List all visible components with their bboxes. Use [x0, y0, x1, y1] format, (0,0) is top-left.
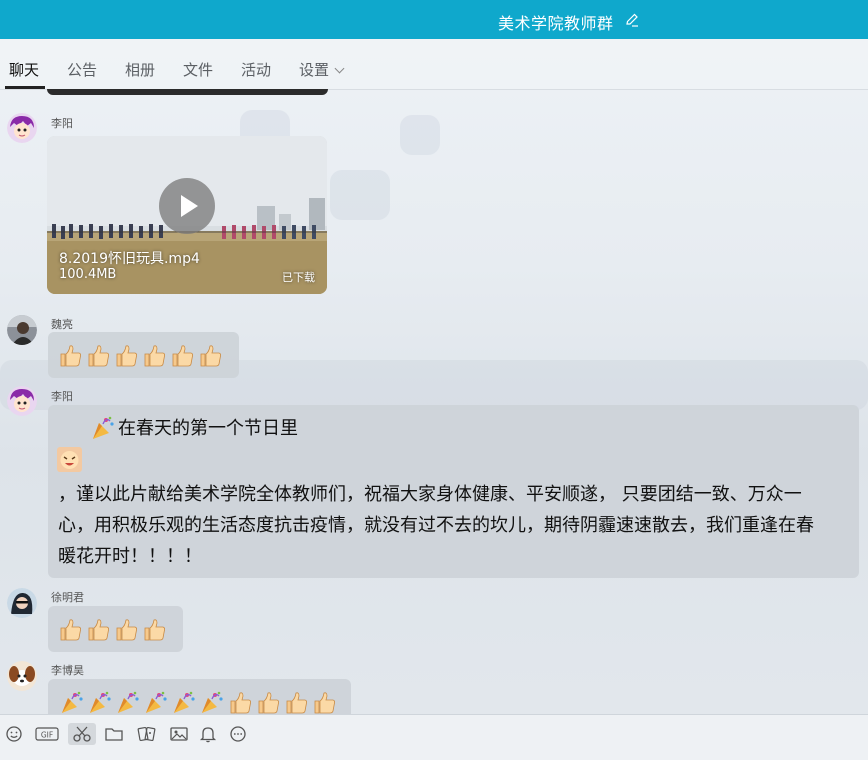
- emoji-icon[interactable]: [0, 723, 28, 745]
- emoji-row: [58, 617, 167, 646]
- video-download-status: 已下载: [282, 271, 315, 284]
- thumbs-up-icon: [256, 690, 281, 715]
- avatar[interactable]: [7, 588, 37, 618]
- gif-icon[interactable]: GIF: [33, 723, 61, 745]
- emoji-row: [60, 690, 337, 715]
- message-bubble[interactable]: [48, 679, 351, 715]
- message-text-line: 暖花开时！！！！: [58, 546, 202, 567]
- thumbs-up-icon: [198, 343, 223, 372]
- thumbs-up-icon: [284, 690, 309, 715]
- input-toolbar: GIF: [0, 714, 868, 760]
- active-tab-indicator: [5, 86, 45, 89]
- previous-message-edge: [47, 89, 328, 95]
- magic-face-icon[interactable]: [133, 723, 161, 745]
- party-popper-icon: [93, 416, 114, 439]
- title-bar: 美术学院教师群: [0, 0, 868, 39]
- message-text-line: 在春天的第一个节日里: [118, 418, 298, 439]
- sender-name: 魏亮: [51, 318, 73, 331]
- party-popper-icon: [144, 690, 169, 715]
- thumbs-up-icon: [228, 690, 253, 715]
- edit-icon[interactable]: [624, 12, 640, 28]
- thumbs-up-icon: [142, 343, 167, 372]
- sender-name: 李阳: [51, 117, 73, 130]
- sender-name: 李博昊: [51, 664, 84, 677]
- party-popper-icon: [60, 690, 85, 715]
- thumbs-up-icon: [312, 690, 337, 715]
- tab-settings-label: 设置: [299, 61, 330, 79]
- thumbs-up-icon: [170, 343, 195, 372]
- tab-activity[interactable]: 活动: [241, 59, 271, 80]
- background-decoration: [400, 115, 440, 155]
- image-icon[interactable]: [165, 723, 193, 745]
- video-filename: 8.2019怀旧玩具.mp4: [59, 251, 200, 267]
- tab-settings[interactable]: 设置: [299, 59, 345, 80]
- avatar[interactable]: [7, 113, 37, 143]
- avatar[interactable]: [7, 315, 37, 345]
- tab-bar: 聊天 公告 相册 文件 活动 设置: [0, 39, 868, 90]
- message-text-line: 心，用积极乐观的生活态度抗击疫情，就没有过不去的坎儿，期待阴霾速速散去，我们重逢…: [58, 515, 814, 536]
- tab-files[interactable]: 文件: [183, 59, 213, 80]
- thumbs-up-icon: [86, 617, 111, 646]
- video-message[interactable]: 8.2019怀旧玩具.mp4 100.4MB 已下载: [47, 136, 327, 294]
- more-icon[interactable]: [224, 723, 252, 745]
- scissors-icon[interactable]: [68, 723, 96, 745]
- tab-album[interactable]: 相册: [125, 59, 155, 80]
- party-popper-icon: [116, 690, 141, 715]
- play-icon[interactable]: [158, 177, 216, 235]
- tab-announcement[interactable]: 公告: [67, 59, 97, 80]
- svg-text:GIF: GIF: [41, 731, 53, 740]
- video-size: 100.4MB: [59, 267, 117, 282]
- tab-chat[interactable]: 聊天: [9, 59, 39, 80]
- message-bubble[interactable]: [48, 606, 183, 652]
- sender-name: 徐明君: [51, 591, 84, 604]
- party-popper-icon: [172, 690, 197, 715]
- bell-icon[interactable]: [194, 723, 222, 745]
- avatar[interactable]: [7, 386, 37, 416]
- message-bubble[interactable]: 在春天的第一个节日里 ，谨以此片献给美术学院全体教师们，祝福大家身体健康、平安顺…: [48, 405, 859, 578]
- smiley-face-icon: [57, 447, 82, 472]
- party-popper-icon: [200, 690, 225, 715]
- thumbs-up-icon: [114, 617, 139, 646]
- message-bubble[interactable]: [48, 332, 239, 378]
- sender-name: 李阳: [51, 390, 73, 403]
- thumbs-up-icon: [142, 617, 167, 646]
- thumbs-up-icon: [58, 343, 83, 372]
- party-popper-icon: [88, 690, 113, 715]
- thumbs-up-icon: [114, 343, 139, 372]
- folder-icon[interactable]: [100, 723, 128, 745]
- thumbs-up-icon: [58, 617, 83, 646]
- emoji-row: [58, 343, 223, 372]
- message-text-line: ，谨以此片献给美术学院全体教师们，祝福大家身体健康、平安顺遂， 只要团结一致、万…: [58, 484, 802, 505]
- group-title: 美术学院教师群: [498, 14, 614, 33]
- background-decoration: [330, 170, 390, 220]
- thumbs-up-icon: [86, 343, 111, 372]
- avatar[interactable]: [7, 661, 37, 691]
- chevron-down-icon: [334, 63, 345, 74]
